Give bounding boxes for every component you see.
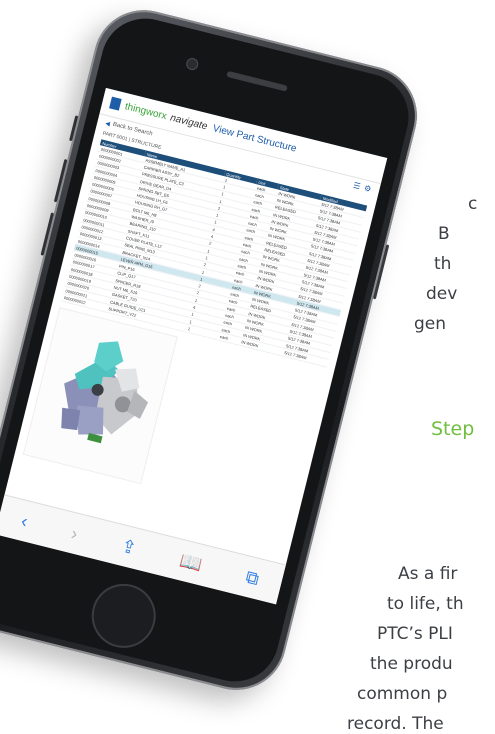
- phone-body: thingworx navigate View Part Structure ◀…: [0, 0, 428, 701]
- browser-back-icon[interactable]: ‹: [19, 510, 30, 532]
- menu-icon[interactable]: ☰: [352, 180, 361, 190]
- 3d-model-viewer[interactable]: [22, 306, 178, 484]
- article-line: As a fir: [398, 564, 458, 584]
- browser-forward-icon[interactable]: ›: [69, 523, 80, 545]
- step-heading: Step: [431, 418, 475, 440]
- article-line: PTC’s PLI: [377, 624, 453, 644]
- phone-screen: thingworx navigate View Part Structure ◀…: [0, 87, 388, 605]
- article-line: c: [468, 194, 478, 214]
- article-line: record. The: [347, 714, 444, 734]
- thingworx-logo-icon: [109, 96, 122, 111]
- article-line: B: [438, 224, 450, 244]
- assembly-model-icon: [61, 340, 149, 443]
- bookmarks-icon[interactable]: 📖: [178, 550, 205, 576]
- phone-mockup: thingworx navigate View Part Structure ◀…: [0, 0, 428, 701]
- tabs-icon[interactable]: ⧉: [244, 566, 261, 589]
- settings-icon[interactable]: ⚙: [363, 183, 372, 193]
- article-line: the produ: [370, 654, 453, 674]
- share-icon[interactable]: ⇪: [119, 535, 138, 559]
- brand-name: thingworx: [123, 100, 168, 122]
- article-line: gen: [414, 314, 447, 334]
- article-line: th: [434, 254, 452, 274]
- article-line: to life, th: [387, 594, 464, 614]
- article-line: dev: [426, 284, 458, 304]
- product-name: navigate: [169, 112, 209, 132]
- back-arrow-icon[interactable]: ◀: [105, 119, 111, 127]
